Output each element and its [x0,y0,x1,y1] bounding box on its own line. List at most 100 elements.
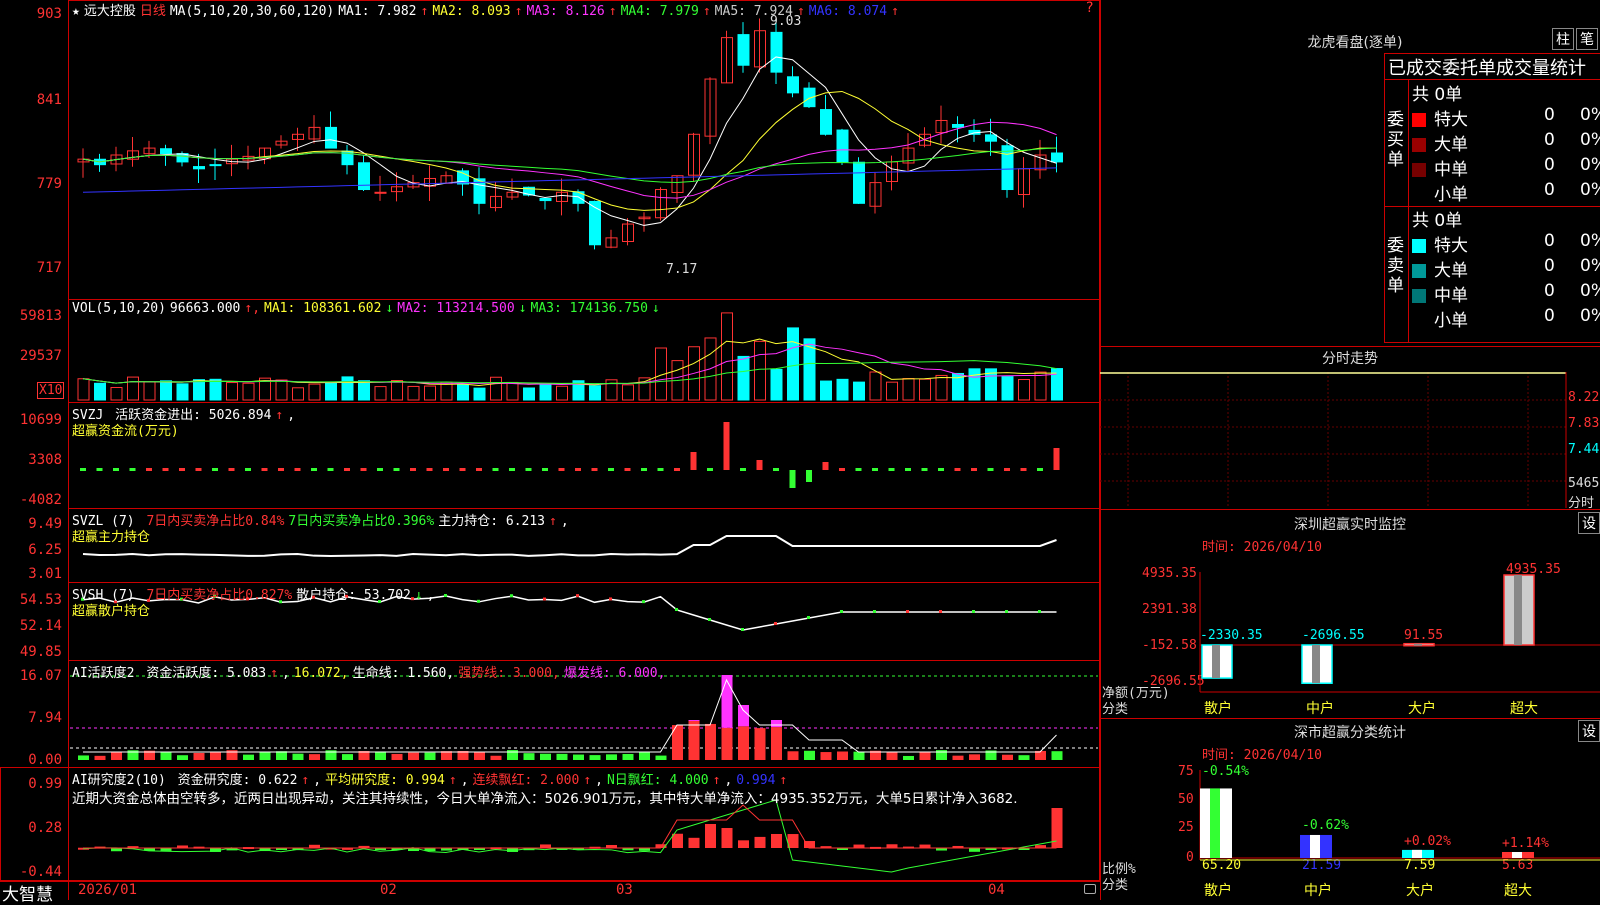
ai1-ytick-1: 7.94 [28,710,62,726]
sell-row-1: 大单 0 0% [1412,256,1600,281]
sell-name-3: 小单 [1434,311,1468,331]
vol-bar [968,368,981,401]
ai1-bar [804,750,815,760]
vol-bar [506,381,519,401]
sz-cat-0: 散户 [1204,701,1232,717]
vol-bar [820,380,832,401]
fenshi-tick-0: 8.22 [1568,390,1600,405]
ai1-bar [771,727,782,760]
cls-pct-3: +1.14% [1502,836,1549,851]
ai1-bar [408,752,419,760]
vol-bar [523,387,535,401]
svzj-dash [393,468,400,471]
candle-body [853,161,865,204]
svzj-dash [80,468,86,471]
sell-row-0: 特大 0 0% [1412,231,1600,256]
ai1-bar [886,751,898,760]
vol-ma-3: MA3: 174136.750 [530,301,648,316]
svzj-dash [195,468,202,471]
vol-bar [886,381,898,401]
ai2-ytick-1: 0.28 [28,820,62,836]
cls-bar-1 [1300,834,1332,858]
buy-name-3: 小单 [1434,185,1468,205]
ai2-bar [969,848,980,852]
svzj-dash [575,468,581,471]
ma-label: MA(5,10,20,30,60,120) [169,4,335,19]
svsh-ytick-2: 49.85 [19,644,62,660]
cls-tick-0: 75 [1178,764,1194,779]
cls-pct-0: -0.54% [1202,764,1249,779]
sell-row-2: 中单 0 0% [1412,281,1600,306]
cls-bar-0 [1200,788,1232,858]
vol-bar [622,384,634,401]
vol-bar [358,380,370,401]
vol-bar [787,327,799,401]
sz-cat-1: 中户 [1306,701,1334,717]
stat-title: 已成交委托单成交量统计 [1388,58,1586,79]
bar-toggle-button[interactable]: 柱 [1552,28,1574,50]
svzl-line [82,535,1057,557]
vol-bar [737,355,750,401]
ai2-bar [886,844,898,848]
fenshi-unit: 分时 [1568,496,1595,511]
sz-value-3: 4935.35 [1506,562,1561,577]
ai1-burst-bar [688,720,700,721]
cls-pct-1: -0.62% [1302,818,1349,833]
svzj-ytick-0: 10699 [19,412,62,428]
svzj-dash [971,468,977,471]
svzj-bar [690,452,697,470]
lock-icon[interactable] [1084,884,1096,894]
close-icon[interactable]: ? [1086,0,1093,16]
svsh-dot [1038,610,1041,613]
cls-value-2: 7.59 [1404,858,1436,873]
sell-count-0: 0 [1544,231,1555,251]
sz-cat-2: 大户 [1408,701,1436,717]
vol-ma-2: MA2: 113214.500 [397,301,515,316]
svzj-dash [921,468,928,471]
ma-arrow-4: ↑ [702,4,711,19]
cls-cat-3: 超大 [1504,883,1532,899]
ma-value-1: MA1: 7.982 [338,4,417,19]
candle-body [193,166,205,170]
svzj-ytick-2: -4082 [19,492,62,508]
sz-settings-button[interactable]: 设 [1578,512,1600,534]
vol-ma-1: MA1: 108361.602 [264,301,382,316]
svzj-dash [707,468,713,471]
vol-bar [869,371,882,401]
buy-total: 共 0单 [1412,85,1463,105]
cls-settings-button[interactable]: 设 [1578,720,1600,742]
vol-bar [407,385,420,401]
vol-bar [176,383,189,401]
sell-name-2: 中单 [1434,286,1468,306]
fenshi-panel[interactable] [1100,346,1600,510]
svsh-dot [444,594,447,598]
vol-bar [325,382,337,401]
ai2-bar [787,834,799,848]
xaxis-label-1: 02 [380,882,397,898]
ai2-red-line [83,804,1057,849]
ai1-bar [94,755,106,760]
ai2-ytick-0: 0.99 [28,776,62,792]
ai2-header: AI研究度2(10) 资金研究度: 0.622 ↑, 平均研究度: 0.994 ↑, 连… [72,773,788,788]
ai2-bar [705,824,716,848]
vol-bar [490,376,502,401]
buy-pct-2: 0% [1580,155,1600,175]
svzj-dash [162,468,169,471]
cls-tick-1: 50 [1178,792,1194,807]
cls-bar-2 [1402,849,1434,858]
tick-toggle-button[interactable]: 笔 [1576,28,1598,50]
svsh-dot [774,622,777,625]
svzj-dash [542,468,548,471]
ai1-bar [193,752,205,760]
ai1-line [83,678,1057,753]
sz-bar-0 [1201,644,1233,679]
svsh-dot [708,618,711,621]
svsh-dot [675,608,678,611]
ai1-bar [292,753,304,760]
vol-bar [110,387,123,401]
ai1-bar [738,726,749,760]
vol-bar [275,379,288,401]
period-label[interactable]: 日线 [140,4,166,19]
ai1-header: AI活跃度2 资金活跃度: 5.083 ↑, 16.072, 生命线: 1.560, 强… [72,666,666,681]
svzj-dash [872,468,878,471]
